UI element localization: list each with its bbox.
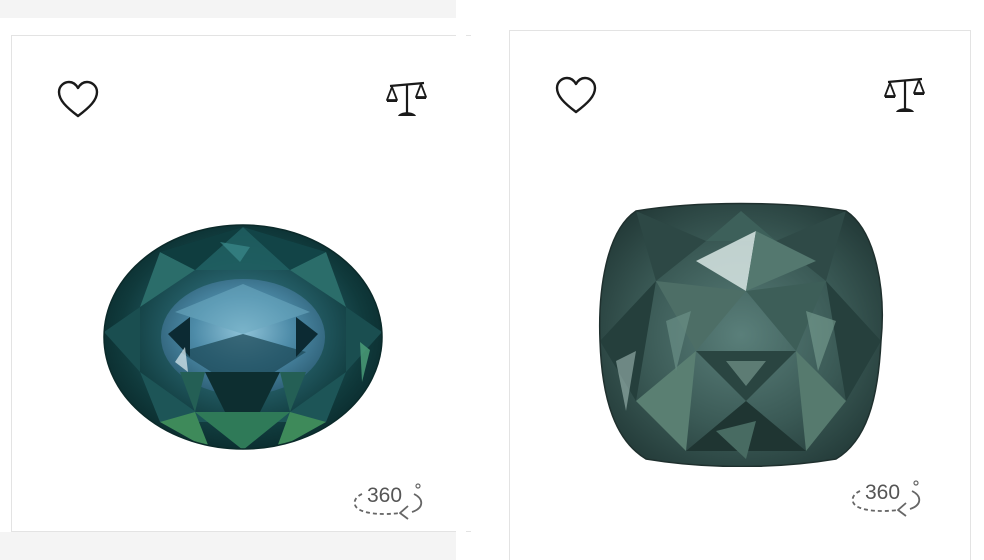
- top-divider-strip: [0, 0, 456, 18]
- favorite-heart-icon[interactable]: [554, 76, 598, 116]
- compare-scale-icon[interactable]: [386, 80, 428, 120]
- product-grid: 360 360: [0, 0, 984, 560]
- gemstone-image-oval[interactable]: [100, 222, 386, 452]
- grid-gutter: [456, 0, 466, 560]
- view-360-label: 360: [367, 484, 403, 507]
- gemstone-image-cushion[interactable]: [596, 201, 886, 467]
- bottom-divider-strip: [0, 532, 456, 560]
- view-360-label: 360: [865, 481, 901, 504]
- compare-scale-icon[interactable]: [884, 76, 926, 116]
- favorite-heart-icon[interactable]: [56, 80, 100, 120]
- product-card-1[interactable]: 360: [11, 35, 471, 532]
- product-card-2[interactable]: 360: [509, 30, 971, 560]
